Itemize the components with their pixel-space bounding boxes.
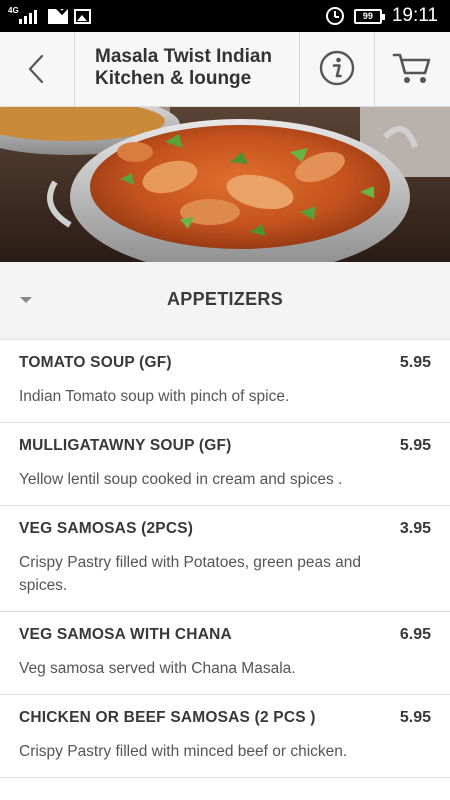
info-icon bbox=[319, 50, 355, 86]
gmail-notification-icon bbox=[48, 8, 68, 24]
menu-item-description: Veg samosa served with Chana Masala. bbox=[19, 660, 296, 677]
menu-item-name: VEG SAMOSAS (2PCS) bbox=[19, 520, 194, 537]
restaurant-title: Masala Twist Indian Kitchen & lounge bbox=[95, 46, 273, 89]
menu-item-price: 5.95 bbox=[399, 437, 431, 454]
app-header: Masala Twist Indian Kitchen & lounge bbox=[0, 32, 450, 107]
status-time: 19:11 bbox=[391, 5, 438, 26]
menu-item[interactable]: VEG SAMOSA WITH CHANA 6.95 Veg samosa se… bbox=[0, 612, 450, 695]
gallery-notification-icon bbox=[74, 8, 91, 24]
menu-item[interactable]: VEG SAMOSAS (2PCS) 3.95 Crispy Pastry fi… bbox=[0, 506, 450, 612]
menu-item-name: CHICKEN OR BEEF SAMOSAS (2 PCS ) bbox=[19, 709, 316, 726]
alarm-icon bbox=[325, 7, 344, 25]
battery-level: 99 bbox=[362, 11, 373, 21]
cart-icon bbox=[392, 53, 431, 83]
menu-item[interactable]: MULLIGATAWNY SOUP (GF) 5.95 Yellow lenti… bbox=[0, 423, 450, 506]
restaurant-hero-image bbox=[0, 107, 450, 262]
header-title-cell: Masala Twist Indian Kitchen & lounge bbox=[75, 32, 300, 106]
chevron-left-icon bbox=[28, 54, 44, 84]
cart-button[interactable] bbox=[375, 32, 450, 106]
info-button[interactable] bbox=[300, 32, 375, 106]
menu-list: TOMATO SOUP (GF) 5.95 Indian Tomato soup… bbox=[0, 340, 450, 778]
menu-item-price: 3.95 bbox=[399, 520, 431, 537]
menu-item-name: MULLIGATAWNY SOUP (GF) bbox=[19, 437, 232, 454]
back-button[interactable] bbox=[0, 32, 75, 106]
status-left: 4G bbox=[8, 6, 91, 26]
menu-item-price: 5.95 bbox=[399, 354, 431, 371]
menu-item[interactable]: CHICKEN OR BEEF SAMOSAS (2 PCS ) 5.95 Cr… bbox=[0, 695, 450, 778]
menu-item-description: Yellow lentil soup cooked in cream and s… bbox=[19, 471, 343, 488]
category-header-appetizers[interactable]: APPETIZERS bbox=[0, 262, 450, 340]
category-title: APPETIZERS bbox=[166, 289, 284, 309]
menu-item-name: VEG SAMOSA WITH CHANA bbox=[19, 626, 232, 643]
menu-item-name: TOMATO SOUP (GF) bbox=[19, 354, 172, 371]
menu-item-description: Indian Tomato soup with pinch of spice. bbox=[19, 388, 290, 405]
battery-icon: 99 bbox=[353, 8, 385, 24]
menu-item-description: Crispy Pastry filled with Potatoes, gree… bbox=[19, 554, 362, 594]
menu-item[interactable]: TOMATO SOUP (GF) 5.95 Indian Tomato soup… bbox=[0, 340, 450, 423]
status-right: 99 19:11 bbox=[325, 5, 438, 27]
network-type: 4G bbox=[8, 6, 19, 15]
menu-item-price: 6.95 bbox=[399, 626, 431, 643]
signal-icon: 4G bbox=[8, 6, 42, 26]
curry-dish-image bbox=[0, 107, 450, 262]
menu-item-price: 5.95 bbox=[399, 709, 431, 726]
menu-item-description: Crispy Pastry filled with minced beef or… bbox=[19, 743, 348, 760]
status-bar: 4G 99 19:11 bbox=[0, 0, 450, 32]
